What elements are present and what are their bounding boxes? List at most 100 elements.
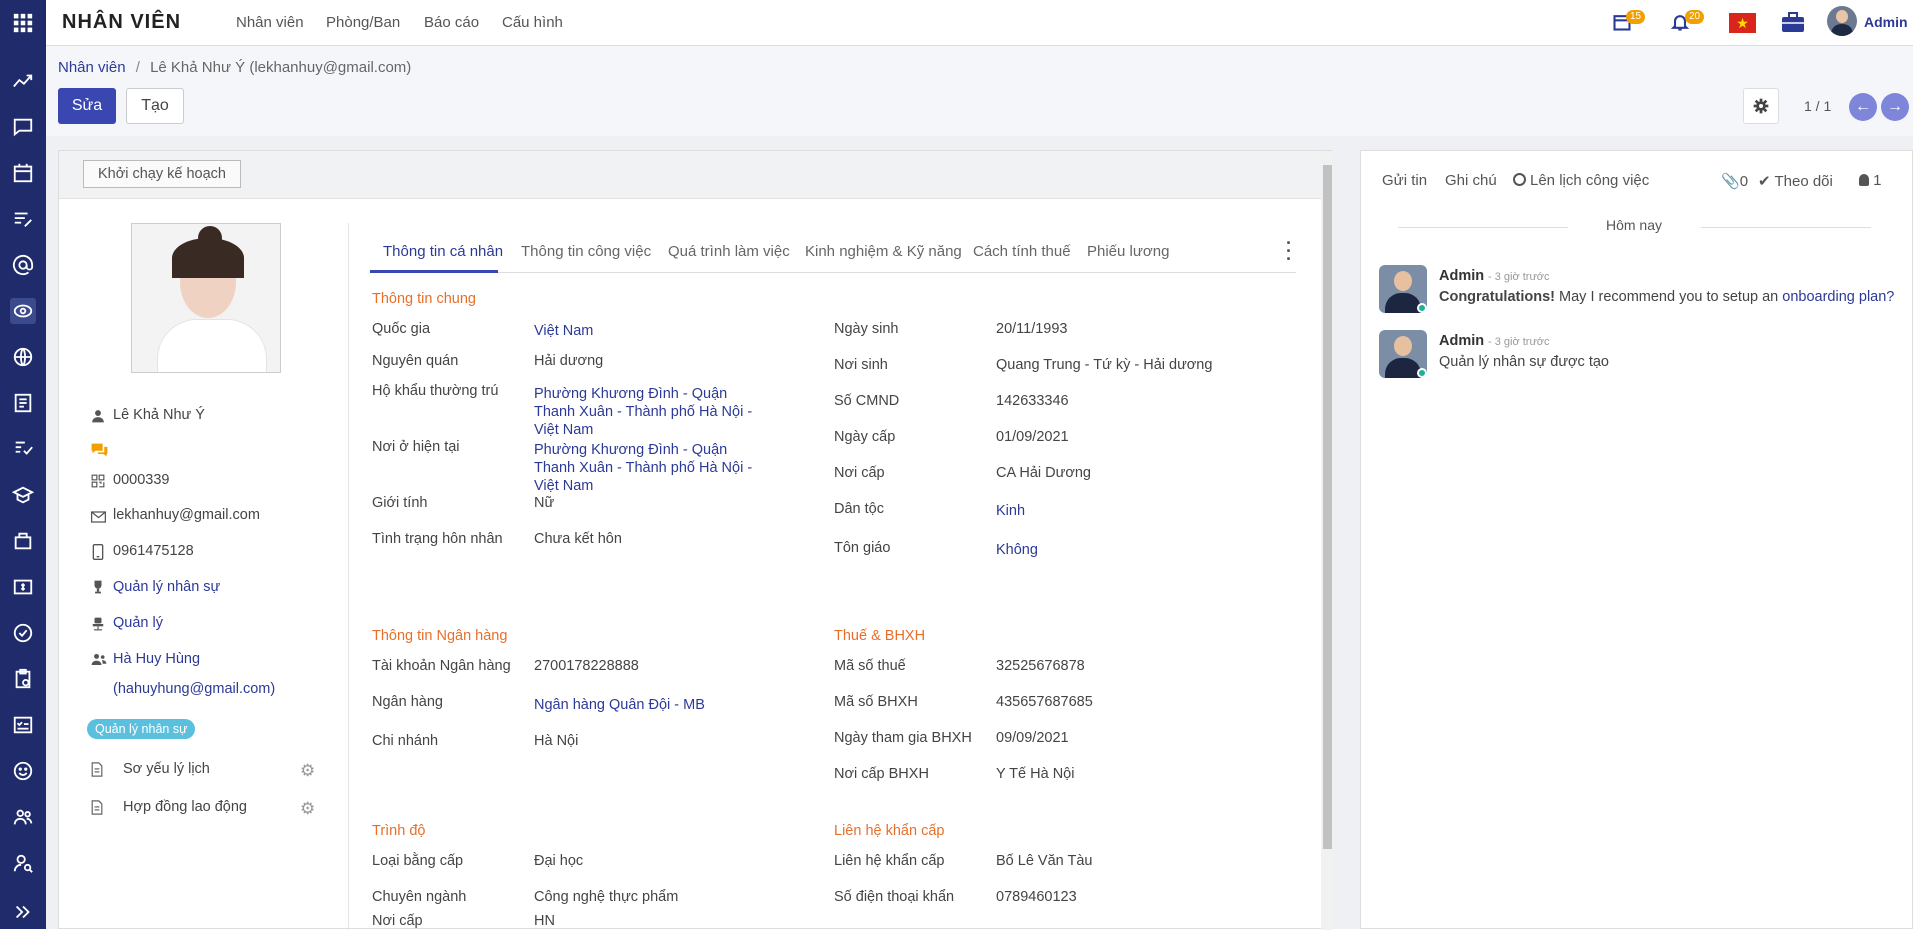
apps-grid-icon[interactable] [10, 10, 36, 36]
doc-contract[interactable]: Hợp đồng lao động [123, 799, 247, 815]
expand-sidebar-icon[interactable] [10, 899, 36, 925]
employee-email[interactable]: lekhanhuy@gmail.com [113, 507, 260, 523]
employee-job[interactable]: Quản lý [113, 615, 163, 631]
manager-email[interactable]: (hahuyhung@gmail.com) [113, 681, 275, 697]
school-icon[interactable] [10, 482, 36, 508]
pager-prev-icon[interactable]: ← [1849, 93, 1877, 121]
value-tax-code: 32525676878 [996, 658, 1085, 674]
tab-payslips[interactable]: Phiếu lương [1087, 243, 1169, 260]
create-button[interactable]: Tạo [126, 88, 184, 124]
label-edu-place: Nơi cấp [372, 913, 423, 929]
label-ethnicity: Dân tộc [834, 501, 884, 517]
employee-name: Lê Khả Như Ý [113, 407, 205, 423]
launch-plan-button[interactable]: Khởi chạy kế hoạch [83, 160, 242, 188]
user-avatar[interactable] [1827, 6, 1857, 36]
app-title: NHÂN VIÊN [62, 11, 182, 33]
label-major: Chuyên ngành [372, 889, 467, 905]
value-permanent-address[interactable]: Phường Khương Đình - Quận Thanh Xuân - T… [534, 385, 764, 439]
value-bank-name[interactable]: Ngân hàng Quân Đội - MB [534, 697, 705, 713]
followers-button[interactable]: 1 [1859, 172, 1882, 189]
smiley-icon[interactable] [10, 758, 36, 784]
value-religion[interactable]: Không [996, 542, 1038, 558]
resume-gear-icon[interactable]: ⚙ [300, 761, 315, 781]
at-sign-icon[interactable] [10, 252, 36, 278]
label-tax-code: Mã số thuế [834, 658, 906, 674]
tab-work-history[interactable]: Quá trình làm việc [668, 243, 790, 260]
doc-resume[interactable]: Sơ yếu lý lịch [123, 761, 210, 777]
employee-photo[interactable] [131, 223, 281, 373]
tab-experience-skills[interactable]: Kinh nghiệm & Kỹ năng [805, 243, 962, 260]
label-bank-name: Ngân hàng [372, 694, 443, 710]
label-permanent-address: Hộ khẩu thường trú [372, 383, 499, 399]
edit-button[interactable]: Sửa [58, 88, 116, 124]
label-insurance-place: Nơi cấp BHXH [834, 766, 929, 782]
form-scrollbar[interactable] [1321, 151, 1333, 930]
menu-config[interactable]: Cấu hình [502, 14, 563, 31]
settings-gear-icon[interactable] [1743, 88, 1779, 124]
expense-icon[interactable] [10, 436, 36, 462]
notes-icon[interactable] [10, 206, 36, 232]
label-emergency-phone: Số điện thoại khẩn [834, 889, 955, 905]
briefcase-icon[interactable] [1781, 11, 1805, 37]
employees-app-icon[interactable] [10, 298, 36, 324]
attachments-button[interactable]: 📎0 [1721, 172, 1748, 190]
employee-department[interactable]: Quản lý nhân sự [113, 579, 220, 595]
globe-icon[interactable] [10, 344, 36, 370]
employee-phone[interactable]: 0961475128 [113, 543, 194, 559]
dashboard-icon[interactable] [10, 68, 36, 94]
menu-departments[interactable]: Phòng/Ban [326, 14, 400, 31]
onboarding-plan-link[interactable]: onboarding plan? [1782, 289, 1894, 305]
followers-count: 1 [1873, 172, 1882, 189]
label-issue-date: Ngày cấp [834, 429, 896, 445]
payroll-icon[interactable] [10, 574, 36, 600]
value-insurance-place: Y Tế Hà Nội [996, 766, 1075, 782]
breadcrumb: Nhân viên / Lê Khả Như Ý (lekhanhuy@gmai… [58, 59, 411, 76]
checklist-icon[interactable] [10, 712, 36, 738]
clipboard-icon[interactable] [10, 666, 36, 692]
user-search-icon[interactable] [10, 850, 36, 876]
message-author[interactable]: Admin [1439, 333, 1484, 349]
employee-form: Khởi chạy kế hoạch Lê Khả Như Ý 0000339 … [58, 150, 1333, 930]
user-name[interactable]: Admin [1864, 14, 1908, 30]
menu-employees[interactable]: Nhân viên [236, 14, 304, 31]
tab-job-info[interactable]: Thông tin công việc [521, 243, 651, 260]
label-emergency-contact: Liên hệ khẩn cấp [834, 853, 945, 869]
follower-person-icon [1859, 174, 1869, 186]
value-birthplace: Quang Trung - Tứ kỳ - Hải dương [996, 357, 1213, 373]
pager-next-icon[interactable]: → [1881, 93, 1909, 121]
value-current-address[interactable]: Phường Khương Đình - Quận Thanh Xuân - T… [534, 441, 764, 495]
tab-tax-method[interactable]: Cách tính thuế [973, 243, 1071, 260]
log-note-button[interactable]: Ghi chú [1445, 172, 1497, 189]
label-issue-place: Nơi cấp [834, 465, 885, 481]
contract-gear-icon[interactable]: ⚙ [300, 799, 315, 819]
follow-button[interactable]: ✔ Theo dõi [1758, 172, 1833, 190]
inventory-icon[interactable] [10, 528, 36, 554]
schedule-activity-button[interactable]: Lên lịch công việc [1513, 172, 1649, 189]
tag-badge[interactable]: Quản lý nhân sự [87, 719, 196, 739]
chat-icon[interactable] [10, 114, 36, 140]
manager-name[interactable]: Hà Huy Hùng [113, 651, 200, 667]
trophy-icon [92, 580, 104, 598]
vietnam-flag-icon[interactable]: ★ [1729, 13, 1756, 33]
document-icon[interactable] [10, 390, 36, 416]
team-icon[interactable] [10, 804, 36, 830]
send-message-button[interactable]: Gửi tin [1382, 172, 1427, 189]
tabs-more-icon[interactable]: · · · [1286, 234, 1292, 268]
menu-reports[interactable]: Báo cáo [424, 14, 479, 31]
breadcrumb-root[interactable]: Nhân viên [58, 59, 126, 76]
value-ethnicity[interactable]: Kinh [996, 503, 1025, 519]
value-social-insurance: 435657687685 [996, 694, 1093, 710]
calendar-icon[interactable] [10, 160, 36, 186]
chat-bubble-icon[interactable] [90, 442, 109, 462]
check-icon: ✔ [1758, 173, 1771, 190]
paperclip-icon: 📎 [1721, 173, 1740, 190]
value-country[interactable]: Việt Nam [534, 323, 593, 339]
follow-label: Theo dõi [1774, 173, 1833, 190]
tab-personal-info[interactable]: Thông tin cá nhân [383, 243, 503, 260]
section-education-title: Trình độ [372, 823, 426, 839]
check-circle-icon[interactable] [10, 620, 36, 646]
value-emergency-phone: 0789460123 [996, 889, 1077, 905]
calendar-badge: 15 [1626, 10, 1646, 24]
today-line-right [1701, 227, 1871, 228]
message-author[interactable]: Admin [1439, 268, 1484, 284]
